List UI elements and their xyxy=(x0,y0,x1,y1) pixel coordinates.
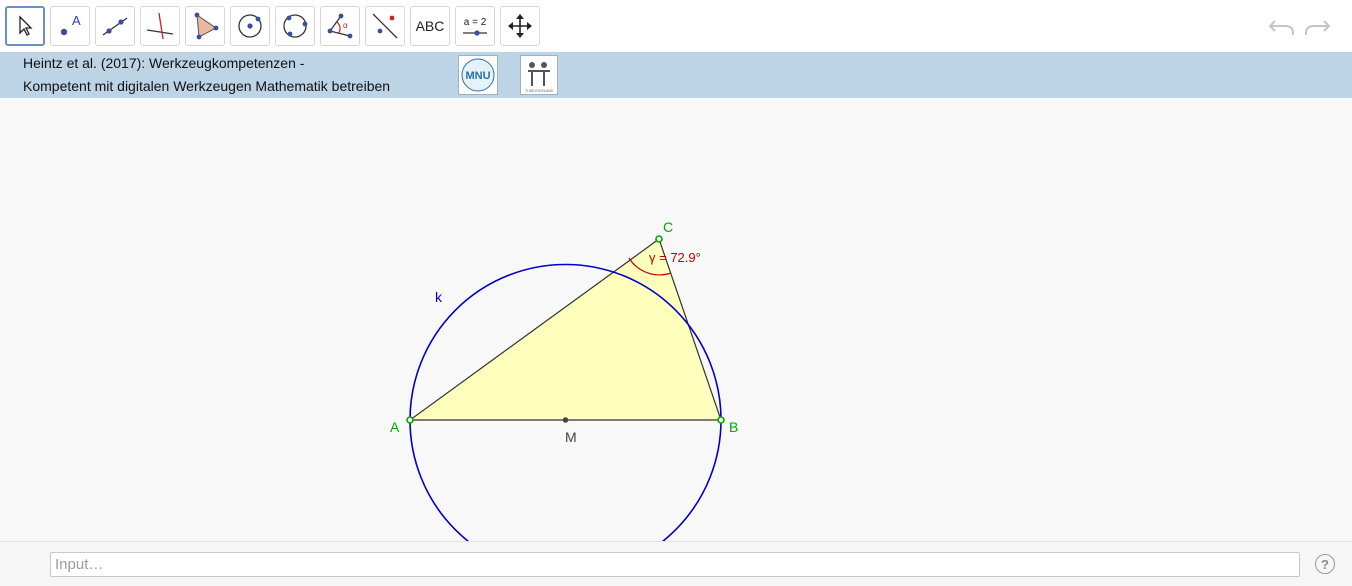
slider-icon xyxy=(463,29,487,36)
svg-text:α: α xyxy=(343,21,348,30)
undo-button[interactable] xyxy=(1266,14,1296,40)
reflect-icon xyxy=(372,13,398,39)
move-graphics-view-tool-button[interactable] xyxy=(500,6,540,46)
reflect-tool-button[interactable] xyxy=(365,6,405,46)
circle-three-points-icon xyxy=(283,14,308,38)
point-m[interactable] xyxy=(562,417,569,423)
slider-tool-label: a = 2 xyxy=(463,16,487,28)
banner-title-line-2: Kompetent mit digitalen Werkzeugen Mathe… xyxy=(23,78,391,94)
toolbar: A α ABC a = 2 xyxy=(0,0,1352,52)
perpendicular-line-tool-button[interactable] xyxy=(140,6,180,46)
point-a[interactable] xyxy=(406,416,414,424)
label-angle-gamma: γ = 72.9° xyxy=(649,250,701,265)
cursor-arrow-icon xyxy=(19,15,33,36)
help-icon: ? xyxy=(1321,556,1329,572)
circle-center-point-tool-button[interactable] xyxy=(230,6,270,46)
svg-text:MNU: MNU xyxy=(465,70,490,82)
move-arrows-icon xyxy=(508,14,532,38)
svg-text:T³ DEUTSCHLAND: T³ DEUTSCHLAND xyxy=(525,89,554,93)
algebra-input-field[interactable] xyxy=(50,552,1300,577)
angle-icon: α xyxy=(327,13,353,39)
perpendicular-line-icon xyxy=(146,12,174,40)
undo-icon xyxy=(1268,20,1294,35)
input-bar: ? xyxy=(0,541,1352,586)
geogebra-app: A α ABC a = 2 Heintz et al. (2017): Werk… xyxy=(0,0,1352,586)
triangle-abc[interactable] xyxy=(408,238,722,421)
graphics-view[interactable]: A B C M k γ = 72.9° xyxy=(0,98,1352,541)
label-a: A xyxy=(390,419,400,435)
move-tool-button[interactable] xyxy=(5,6,45,46)
label-c: C xyxy=(663,219,673,235)
text-tool-label: ABC xyxy=(415,18,445,34)
point-b[interactable] xyxy=(717,416,725,424)
t3-logo-graphic: T³ DEUTSCHLAND xyxy=(525,62,554,93)
redo-button[interactable] xyxy=(1303,14,1333,40)
point-tool-button[interactable]: A xyxy=(50,6,90,46)
mnu-logo-graphic: MNU xyxy=(461,58,495,92)
slider-tool-button[interactable]: a = 2 xyxy=(455,6,495,46)
polygon-tool-button[interactable] xyxy=(185,6,225,46)
angle-tool-button[interactable]: α xyxy=(320,6,360,46)
line-icon xyxy=(102,17,128,36)
construction-canvas[interactable]: A B C M k γ = 72.9° xyxy=(0,98,1352,541)
text-tool-button[interactable]: ABC xyxy=(410,6,450,46)
help-button[interactable]: ? xyxy=(1315,554,1335,574)
polygon-icon xyxy=(194,12,219,40)
svg-text:A: A xyxy=(72,13,81,28)
mnu-logo: MNU xyxy=(458,55,498,95)
label-b: B xyxy=(729,419,738,435)
circle-three-points-tool-button[interactable] xyxy=(275,6,315,46)
label-m: M xyxy=(565,429,577,445)
point-c[interactable] xyxy=(655,235,663,243)
point-icon: A xyxy=(60,13,81,36)
line-tool-button[interactable] xyxy=(95,6,135,46)
label-k: k xyxy=(435,289,443,305)
title-banner: Heintz et al. (2017): Werkzeugkompetenze… xyxy=(0,52,1352,98)
redo-icon xyxy=(1305,20,1331,35)
banner-title-line-1: Heintz et al. (2017): Werkzeugkompetenze… xyxy=(23,55,305,71)
circle-center-icon xyxy=(238,14,262,38)
t3-deutschland-logo: T³ DEUTSCHLAND xyxy=(520,55,558,95)
